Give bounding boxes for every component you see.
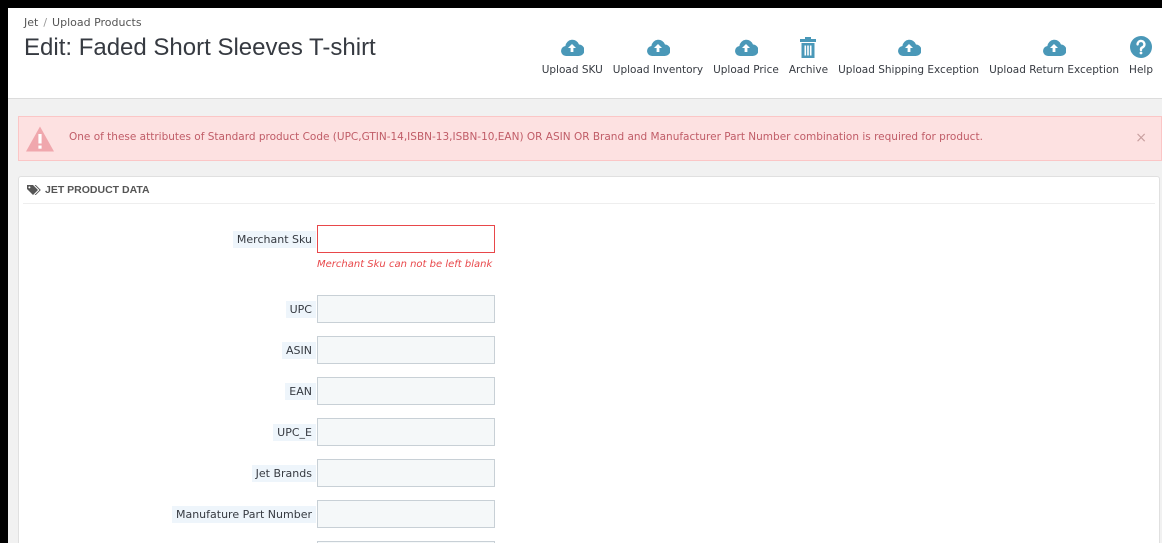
close-icon[interactable]: ×	[1135, 130, 1147, 146]
help-button[interactable]: Help	[1124, 30, 1158, 76]
upload-return-exception-label: Upload Return Exception	[989, 64, 1120, 76]
jet-brands-input[interactable]	[317, 459, 495, 487]
merchant-sku-label: Merchant Sku	[232, 231, 316, 248]
asin-input[interactable]	[317, 336, 495, 364]
app-frame: Jet / Upload Products Edit: Faded Short Sl…	[8, 8, 1162, 543]
cloud-upload-icon	[734, 30, 758, 58]
upload-inventory-button[interactable]: Upload Inventory	[608, 30, 708, 76]
upc-label: UPC	[285, 301, 316, 318]
form-row-manufacture-part-number: Manufature Part Number	[19, 500, 1159, 528]
upload-sku-label: Upload SKU	[541, 64, 603, 76]
upload-shipping-exception-button[interactable]: Upload Shipping Exception	[833, 30, 984, 76]
cloud-upload-icon	[897, 30, 921, 58]
archive-label: Archive	[788, 64, 829, 76]
manufacture-part-number-label: Manufature Part Number	[171, 506, 316, 523]
help-icon	[1130, 30, 1153, 58]
merchant-sku-error: Merchant Sku can not be left blank	[317, 259, 493, 270]
breadcrumb-current[interactable]: Upload Products	[52, 16, 142, 29]
toolbar: Upload SKU Upload Inventory Upload Price…	[537, 30, 1158, 76]
form-row-jet-brands: Jet Brands	[19, 459, 1159, 487]
help-label: Help	[1129, 64, 1153, 76]
form-row-asin: ASIN	[19, 336, 1159, 364]
error-alert: One of these attributes of Standard prod…	[18, 116, 1162, 161]
jet-product-data-panel: JET PRODUCT DATA Merchant Sku Merchant S…	[18, 176, 1160, 543]
upc-e-label: UPC_E	[273, 424, 316, 441]
ean-input[interactable]	[317, 377, 495, 405]
trash-icon	[800, 30, 817, 58]
breadcrumb-root[interactable]: Jet	[24, 16, 38, 29]
panel-heading-text: JET PRODUCT DATA	[45, 184, 150, 196]
upload-return-exception-button[interactable]: Upload Return Exception	[984, 30, 1124, 76]
page-title: Edit: Faded Short Sleeves T-shirt	[24, 34, 376, 61]
form-row-upc-e: UPC_E	[19, 418, 1159, 446]
jet-brands-label: Jet Brands	[251, 465, 316, 482]
cloud-upload-icon	[1042, 30, 1067, 58]
upload-sku-button[interactable]: Upload SKU	[537, 30, 608, 76]
page-header: Jet / Upload Products Edit: Faded Short Sl…	[8, 8, 1162, 99]
tags-icon	[27, 185, 41, 195]
warning-icon	[19, 117, 61, 160]
upc-input[interactable]	[317, 295, 495, 323]
breadcrumb-separator: /	[43, 16, 48, 29]
cloud-upload-icon	[560, 30, 585, 58]
upload-inventory-label: Upload Inventory	[612, 64, 704, 76]
form-row-ean: EAN	[19, 377, 1159, 405]
form-row-upc: UPC	[19, 295, 1159, 323]
cloud-upload-icon	[646, 30, 670, 58]
upload-price-button[interactable]: Upload Price	[708, 30, 784, 76]
asin-label: ASIN	[282, 342, 316, 359]
ean-label: EAN	[285, 383, 316, 400]
merchant-sku-input[interactable]	[317, 225, 495, 253]
archive-button[interactable]: Archive	[784, 30, 833, 76]
form-row-merchant-sku: Merchant Sku	[19, 225, 1159, 253]
panel-heading: JET PRODUCT DATA	[23, 177, 1155, 204]
alert-message: One of these attributes of Standard prod…	[69, 131, 983, 143]
upload-price-label: Upload Price	[713, 64, 779, 76]
manufacture-part-number-input[interactable]	[317, 500, 495, 528]
breadcrumb: Jet / Upload Products	[24, 16, 142, 29]
upload-shipping-exception-label: Upload Shipping Exception	[838, 64, 980, 76]
upc-e-input[interactable]	[317, 418, 495, 446]
